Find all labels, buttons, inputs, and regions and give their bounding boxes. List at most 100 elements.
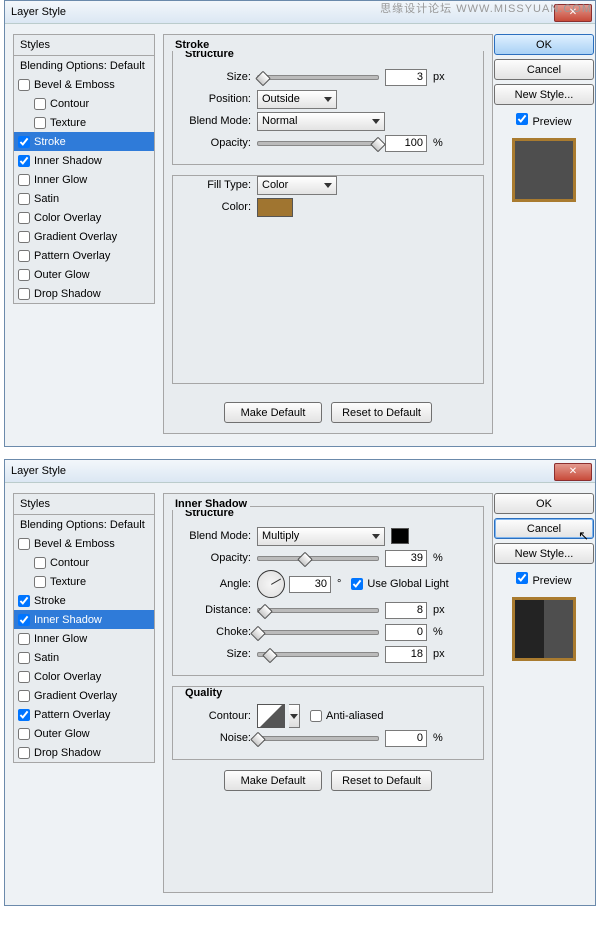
style-row-drop-shadow[interactable]: Drop Shadow xyxy=(14,284,154,303)
style-checkbox-gradient-overlay[interactable] xyxy=(18,690,30,702)
style-row-texture[interactable]: Texture xyxy=(14,572,154,591)
style-checkbox-contour[interactable] xyxy=(34,557,46,569)
style-checkbox-texture[interactable] xyxy=(34,576,46,588)
ok-button[interactable]: OK xyxy=(494,493,594,514)
style-row-texture[interactable]: Texture xyxy=(14,113,154,132)
style-row-contour[interactable]: Contour xyxy=(14,94,154,113)
slider-thumb-icon[interactable] xyxy=(262,647,278,663)
style-row-inner-glow[interactable]: Inner Glow xyxy=(14,170,154,189)
make-default-button[interactable]: Make Default xyxy=(224,770,322,791)
reset-default-button[interactable]: Reset to Default xyxy=(331,402,432,423)
ok-button[interactable]: OK xyxy=(494,34,594,55)
style-checkbox-bevel[interactable] xyxy=(18,538,30,550)
blend-mode-dropdown[interactable]: Multiply xyxy=(257,527,385,546)
style-row-stroke[interactable]: Stroke xyxy=(14,132,154,151)
style-row-satin[interactable]: Satin xyxy=(14,648,154,667)
style-checkbox-pattern-overlay[interactable] xyxy=(18,709,30,721)
style-checkbox-bevel[interactable] xyxy=(18,79,30,91)
style-checkbox-gradient-overlay[interactable] xyxy=(18,231,30,243)
style-checkbox-color-overlay[interactable] xyxy=(18,212,30,224)
preview-checkbox[interactable] xyxy=(516,572,528,584)
style-checkbox-outer-glow[interactable] xyxy=(18,728,30,740)
style-row-inner-glow[interactable]: Inner Glow xyxy=(14,629,154,648)
blending-options-row[interactable]: Blending Options: Default xyxy=(14,515,154,534)
preview-checkbox[interactable] xyxy=(516,113,528,125)
slider-thumb-icon[interactable] xyxy=(255,70,271,86)
noise-input[interactable] xyxy=(385,730,427,747)
style-row-stroke[interactable]: Stroke xyxy=(14,591,154,610)
titlebar[interactable]: Layer Style ✕ xyxy=(5,460,595,483)
distance-slider[interactable] xyxy=(257,608,379,613)
style-row-inner-shadow[interactable]: Inner Shadow xyxy=(14,610,154,629)
style-checkbox-drop-shadow[interactable] xyxy=(18,288,30,300)
opacity-input[interactable] xyxy=(385,550,427,567)
opacity-slider[interactable] xyxy=(257,141,379,146)
style-row-contour[interactable]: Contour xyxy=(14,553,154,572)
style-checkbox-texture[interactable] xyxy=(34,117,46,129)
color-swatch[interactable] xyxy=(257,198,293,217)
style-row-pattern-overlay[interactable]: Pattern Overlay xyxy=(14,246,154,265)
styles-header[interactable]: Styles xyxy=(13,34,155,56)
style-checkbox-pattern-overlay[interactable] xyxy=(18,250,30,262)
style-row-satin[interactable]: Satin xyxy=(14,189,154,208)
fill-type-dropdown[interactable]: Color xyxy=(257,176,337,195)
choke-slider[interactable] xyxy=(257,630,379,635)
contour-dropdown-arrow[interactable] xyxy=(289,704,300,728)
reset-default-button[interactable]: Reset to Default xyxy=(331,770,432,791)
style-row-gradient-overlay[interactable]: Gradient Overlay xyxy=(14,686,154,705)
noise-slider[interactable] xyxy=(257,736,379,741)
style-checkbox-stroke[interactable] xyxy=(18,595,30,607)
style-row-outer-glow[interactable]: Outer Glow xyxy=(14,724,154,743)
choke-input[interactable] xyxy=(385,624,427,641)
style-row-outer-glow[interactable]: Outer Glow xyxy=(14,265,154,284)
style-checkbox-contour[interactable] xyxy=(34,98,46,110)
angle-dial[interactable] xyxy=(257,570,285,598)
size-slider[interactable] xyxy=(257,652,379,657)
size-slider[interactable] xyxy=(257,75,379,80)
style-row-inner-shadow[interactable]: Inner Shadow xyxy=(14,151,154,170)
close-button[interactable]: ✕ xyxy=(554,463,592,481)
new-style-button[interactable]: New Style... xyxy=(494,543,594,564)
style-row-pattern-overlay[interactable]: Pattern Overlay xyxy=(14,705,154,724)
style-checkbox-color-overlay[interactable] xyxy=(18,671,30,683)
contour-picker[interactable] xyxy=(257,704,285,728)
style-row-color-overlay[interactable]: Color Overlay xyxy=(14,208,154,227)
slider-thumb-icon[interactable] xyxy=(257,603,273,619)
style-row-gradient-overlay[interactable]: Gradient Overlay xyxy=(14,227,154,246)
shadow-color-swatch[interactable] xyxy=(391,528,409,544)
style-checkbox-outer-glow[interactable] xyxy=(18,269,30,281)
style-checkbox-inner-shadow[interactable] xyxy=(18,155,30,167)
blend-mode-dropdown[interactable]: Normal xyxy=(257,112,385,131)
size-input[interactable] xyxy=(385,646,427,663)
style-row-drop-shadow[interactable]: Drop Shadow xyxy=(14,743,154,762)
opacity-slider[interactable] xyxy=(257,556,379,561)
blending-options-row[interactable]: Blending Options: Default xyxy=(14,56,154,75)
style-checkbox-drop-shadow[interactable] xyxy=(18,747,30,759)
style-checkbox-inner-glow[interactable] xyxy=(18,174,30,186)
new-style-button[interactable]: New Style... xyxy=(494,84,594,105)
style-checkbox-satin[interactable] xyxy=(18,193,30,205)
make-default-button[interactable]: Make Default xyxy=(224,402,322,423)
style-checkbox-inner-shadow[interactable] xyxy=(18,614,30,626)
preview-checkbox-row[interactable]: Preview xyxy=(516,113,571,128)
slider-thumb-icon[interactable] xyxy=(370,136,386,152)
slider-thumb-icon[interactable] xyxy=(297,551,313,567)
distance-input[interactable] xyxy=(385,602,427,619)
style-row-bevel[interactable]: Bevel & Emboss xyxy=(14,534,154,553)
cancel-button[interactable]: Cancel↖ xyxy=(494,518,594,539)
size-input[interactable] xyxy=(385,69,427,86)
style-checkbox-inner-glow[interactable] xyxy=(18,633,30,645)
dialog-buttons-column: OK Cancel↖ New Style... Preview xyxy=(501,493,587,893)
angle-input[interactable] xyxy=(289,576,331,593)
style-checkbox-satin[interactable] xyxy=(18,652,30,664)
style-row-color-overlay[interactable]: Color Overlay xyxy=(14,667,154,686)
style-checkbox-stroke[interactable] xyxy=(18,136,30,148)
global-light-checkbox[interactable] xyxy=(351,578,363,590)
position-dropdown[interactable]: Outside xyxy=(257,90,337,109)
preview-checkbox-row[interactable]: Preview xyxy=(516,572,571,587)
opacity-input[interactable] xyxy=(385,135,427,152)
styles-header[interactable]: Styles xyxy=(13,493,155,515)
cancel-button[interactable]: Cancel xyxy=(494,59,594,80)
style-row-bevel[interactable]: Bevel & Emboss xyxy=(14,75,154,94)
anti-aliased-checkbox[interactable] xyxy=(310,710,322,722)
